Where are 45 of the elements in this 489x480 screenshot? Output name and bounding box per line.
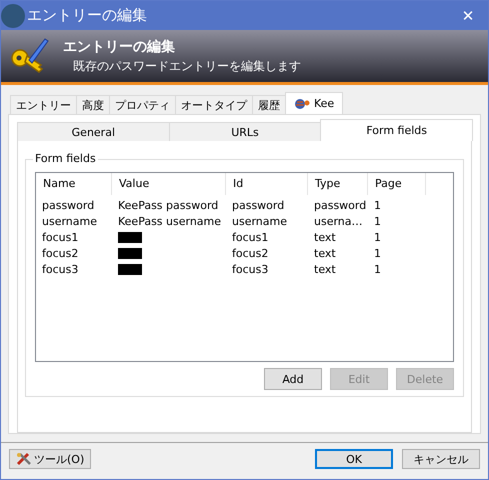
table-cell: password (314, 198, 366, 212)
banner-title: エントリーの編集 (63, 38, 176, 56)
table-cell: 1 (374, 214, 381, 228)
table-cell: username (232, 214, 287, 228)
table-cell: focus1 (42, 230, 78, 244)
window-title: エントリーの編集 (27, 6, 147, 25)
tab[interactable]: Kee (285, 92, 344, 114)
table-cell: password (42, 198, 94, 212)
table-cell: 1 (374, 262, 381, 276)
column-header[interactable]: Type (308, 173, 368, 195)
cancel-button[interactable]: キャンセル (402, 449, 480, 469)
table-cell: text (314, 246, 336, 260)
ok-button[interactable]: OK (315, 449, 393, 469)
banner-subtitle: 既存のパスワードエントリーを編集します (72, 58, 301, 74)
tab[interactable]: エントリー (10, 95, 77, 114)
column-header[interactable]: Name (36, 173, 112, 195)
app-icon (1, 4, 25, 28)
table-cell: userna… (314, 214, 363, 228)
table-cell: text (314, 262, 336, 276)
table-cell: password (232, 198, 284, 212)
table-cell: focus3 (42, 262, 78, 276)
list-view[interactable]: Name Value Id Type Page password KeePass password password password 1 username KeePass username username userna… 1 focus1 focus1 text 1 focus2 focus2 text 1 focus3 focus3 text 1 (35, 172, 454, 362)
key-pencil-icon (9, 36, 49, 76)
tools-button[interactable]: ツール(O) (9, 449, 92, 469)
table-cell: focus3 (232, 262, 268, 276)
table-cell: username (42, 214, 97, 228)
column-header[interactable]: Page (368, 173, 426, 195)
close-button[interactable]: ✕ (448, 1, 488, 30)
table-cell: focus1 (232, 230, 268, 244)
tab[interactable]: General (17, 122, 170, 141)
table-cell: KeePass username (118, 214, 222, 228)
table-cell: 1 (374, 230, 381, 244)
table-cell: KeePass password (118, 198, 218, 212)
column-header[interactable]: Value (112, 173, 226, 195)
tab[interactable]: オートタイプ (175, 95, 253, 114)
tab[interactable]: URLs (168, 122, 322, 141)
table-cell: focus2 (42, 246, 78, 260)
table-cell: focus2 (232, 246, 268, 260)
column-header[interactable]: Id (226, 173, 308, 195)
action-button[interactable]: Add (264, 368, 322, 390)
tab[interactable]: Form fields (320, 119, 474, 141)
table-cell: 1 (374, 246, 381, 260)
table-cell: text (314, 230, 336, 244)
group-title: Form fields (33, 152, 98, 165)
table-cell: 1 (374, 198, 381, 212)
